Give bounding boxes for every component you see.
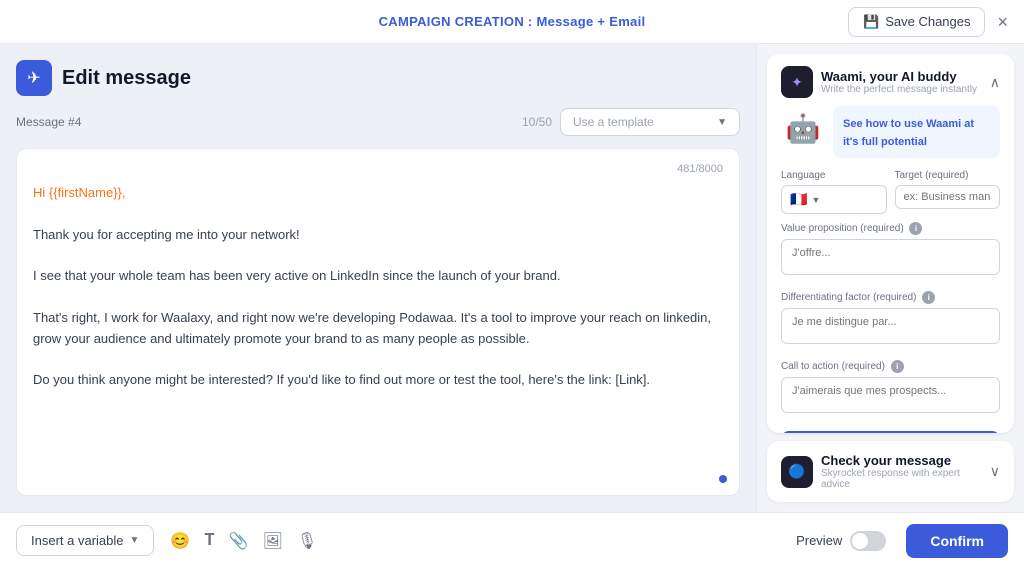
mic-icon[interactable]: 🎙 <box>297 531 317 551</box>
page-title: Edit message <box>62 67 191 90</box>
close-button[interactable]: × <box>993 9 1012 35</box>
check-bot-icon: 🔵 <box>788 463 805 480</box>
language-select[interactable]: 🇫🇷 ▼ <box>781 185 887 214</box>
top-bar-actions: 💾 Save Changes × <box>848 7 1012 37</box>
panel-icon: ✈ <box>16 60 52 96</box>
confirm-button[interactable]: Confirm <box>906 524 1008 558</box>
editor-char-count: 481/8000 <box>677 163 723 175</box>
chevron-down-icon: ▼ <box>717 117 727 128</box>
campaign-creation-label: CAMPAIGN CREATION : <box>379 14 537 29</box>
cta-input[interactable] <box>781 377 1000 413</box>
value-label: Value proposition (required) i <box>781 222 1000 235</box>
ai-card-title: Waami, your AI buddy <box>821 69 977 84</box>
save-disk-icon: 💾 <box>863 14 879 30</box>
bottom-toolbar-icons: 😊 𝐓 📎 🖼 🎙 <box>170 531 317 551</box>
value-group: Value proposition (required) i <box>781 222 1000 283</box>
language-label: Language <box>781 170 887 181</box>
flag-icon: 🇫🇷 <box>790 191 807 208</box>
language-target-row: Language 🇫🇷 ▼ Target (required) <box>781 170 1000 214</box>
emoji-icon[interactable]: 😊 <box>170 531 190 551</box>
waami-ai-card: ✦ Waami, your AI buddy Write the perfect… <box>767 54 1014 433</box>
panel-header: ✈ Edit message <box>16 60 740 96</box>
right-panel: ✦ Waami, your AI buddy Write the perfect… <box>756 44 1024 512</box>
cta-group: Call to action (required) i <box>781 360 1000 421</box>
bottom-right: Preview Confirm <box>796 524 1008 558</box>
differentiating-label: Differentiating factor (required) i <box>781 291 1000 304</box>
image-icon[interactable]: 🖼 <box>263 531 283 551</box>
editor-header: 481/8000 <box>33 163 723 175</box>
save-changes-button[interactable]: 💾 Save Changes <box>848 7 985 37</box>
chevron-down-check-icon[interactable]: ∨ <box>990 463 1000 480</box>
template-placeholder: Use a template <box>573 115 711 129</box>
scroll-indicator <box>719 475 727 483</box>
check-card-left: 🔵 Check your message Skyrocket response … <box>781 453 990 490</box>
bottom-left: Insert a variable ▼ 😊 𝐓 📎 🖼 🎙 <box>16 525 317 556</box>
text-format-icon[interactable]: 𝐓 <box>204 532 214 550</box>
target-input[interactable] <box>895 185 1001 209</box>
robot-icon: 🤖 <box>781 106 825 150</box>
sparkle-icon: ✦ <box>791 74 803 91</box>
value-label-text: Value proposition (required) <box>781 223 904 234</box>
campaign-step-label: Message + Email <box>536 14 645 29</box>
generate-button[interactable]: ✦ Generate <box>781 431 1000 433</box>
cta-info-icon: i <box>891 360 904 373</box>
check-avatar: 🔵 <box>781 456 813 488</box>
differentiating-label-text: Differentiating factor (required) <box>781 292 916 303</box>
ai-card-header-left: ✦ Waami, your AI buddy Write the perfect… <box>781 66 977 98</box>
differentiating-input[interactable] <box>781 308 1000 344</box>
differentiating-group: Differentiating factor (required) i <box>781 291 1000 352</box>
value-info-icon: i <box>909 222 922 235</box>
check-info: Check your message Skyrocket response wi… <box>821 453 990 490</box>
check-message-card: 🔵 Check your message Skyrocket response … <box>767 441 1014 502</box>
preview-section: Preview <box>796 531 886 551</box>
ai-card-body: 🤖 See how to use Waami at it's full pote… <box>767 106 1014 433</box>
robot-tip: 🤖 See how to use Waami at it's full pote… <box>781 106 1000 158</box>
message-editor[interactable]: 481/8000 Hi {{firstName}}, Thank you for… <box>16 148 740 496</box>
left-panel: ✈ Edit message Message #4 10/50 Use a te… <box>0 44 756 512</box>
ai-card-subtitle: Write the perfect message instantly <box>821 84 977 95</box>
message-text: Hi {{firstName}}, Thank you for acceptin… <box>33 183 723 391</box>
waami-avatar: ✦ <box>781 66 813 98</box>
attachment-icon[interactable]: 📎 <box>229 531 249 551</box>
preview-toggle[interactable] <box>850 531 886 551</box>
top-bar: CAMPAIGN CREATION : Message + Email 💾 Sa… <box>0 0 1024 44</box>
check-subtitle: Skyrocket response with expert advice <box>821 468 990 490</box>
bottom-bar: Insert a variable ▼ 😊 𝐓 📎 🖼 🎙 Preview Co… <box>0 512 1024 568</box>
chevron-up-icon[interactable]: ∧ <box>990 74 1000 91</box>
message-label: Message #4 <box>16 115 514 129</box>
differentiating-info-icon: i <box>922 291 935 304</box>
airplane-icon: ✈ <box>27 68 40 88</box>
cta-label-text: Call to action (required) <box>781 361 885 372</box>
insert-variable-button[interactable]: Insert a variable ▼ <box>16 525 154 556</box>
message-controls: Message #4 10/50 Use a template ▼ <box>16 108 740 136</box>
ai-card-header: ✦ Waami, your AI buddy Write the perfect… <box>767 54 1014 106</box>
chevron-down-insert-icon: ▼ <box>130 535 140 546</box>
target-label: Target (required) <box>895 170 1001 181</box>
check-title: Check your message <box>821 453 990 468</box>
cta-label: Call to action (required) i <box>781 360 1000 373</box>
tip-text: See how to use Waami at it's full potent… <box>843 118 974 148</box>
step-char-count: 10/50 <box>522 115 552 129</box>
template-select[interactable]: Use a template ▼ <box>560 108 740 136</box>
ai-card-info: Waami, your AI buddy Write the perfect m… <box>821 69 977 95</box>
language-group: Language 🇫🇷 ▼ <box>781 170 887 214</box>
main-content: ✈ Edit message Message #4 10/50 Use a te… <box>0 44 1024 512</box>
top-bar-title: CAMPAIGN CREATION : Message + Email <box>379 13 646 31</box>
value-input[interactable] <box>781 239 1000 275</box>
preview-label: Preview <box>796 533 842 548</box>
insert-variable-label: Insert a variable <box>31 533 124 548</box>
tip-box: See how to use Waami at it's full potent… <box>833 106 1000 158</box>
target-group: Target (required) <box>895 170 1001 214</box>
chevron-down-icon-lang: ▼ <box>811 195 820 205</box>
firstname-variable: Hi {{firstName}}, <box>33 185 126 200</box>
save-changes-label: Save Changes <box>885 14 970 29</box>
